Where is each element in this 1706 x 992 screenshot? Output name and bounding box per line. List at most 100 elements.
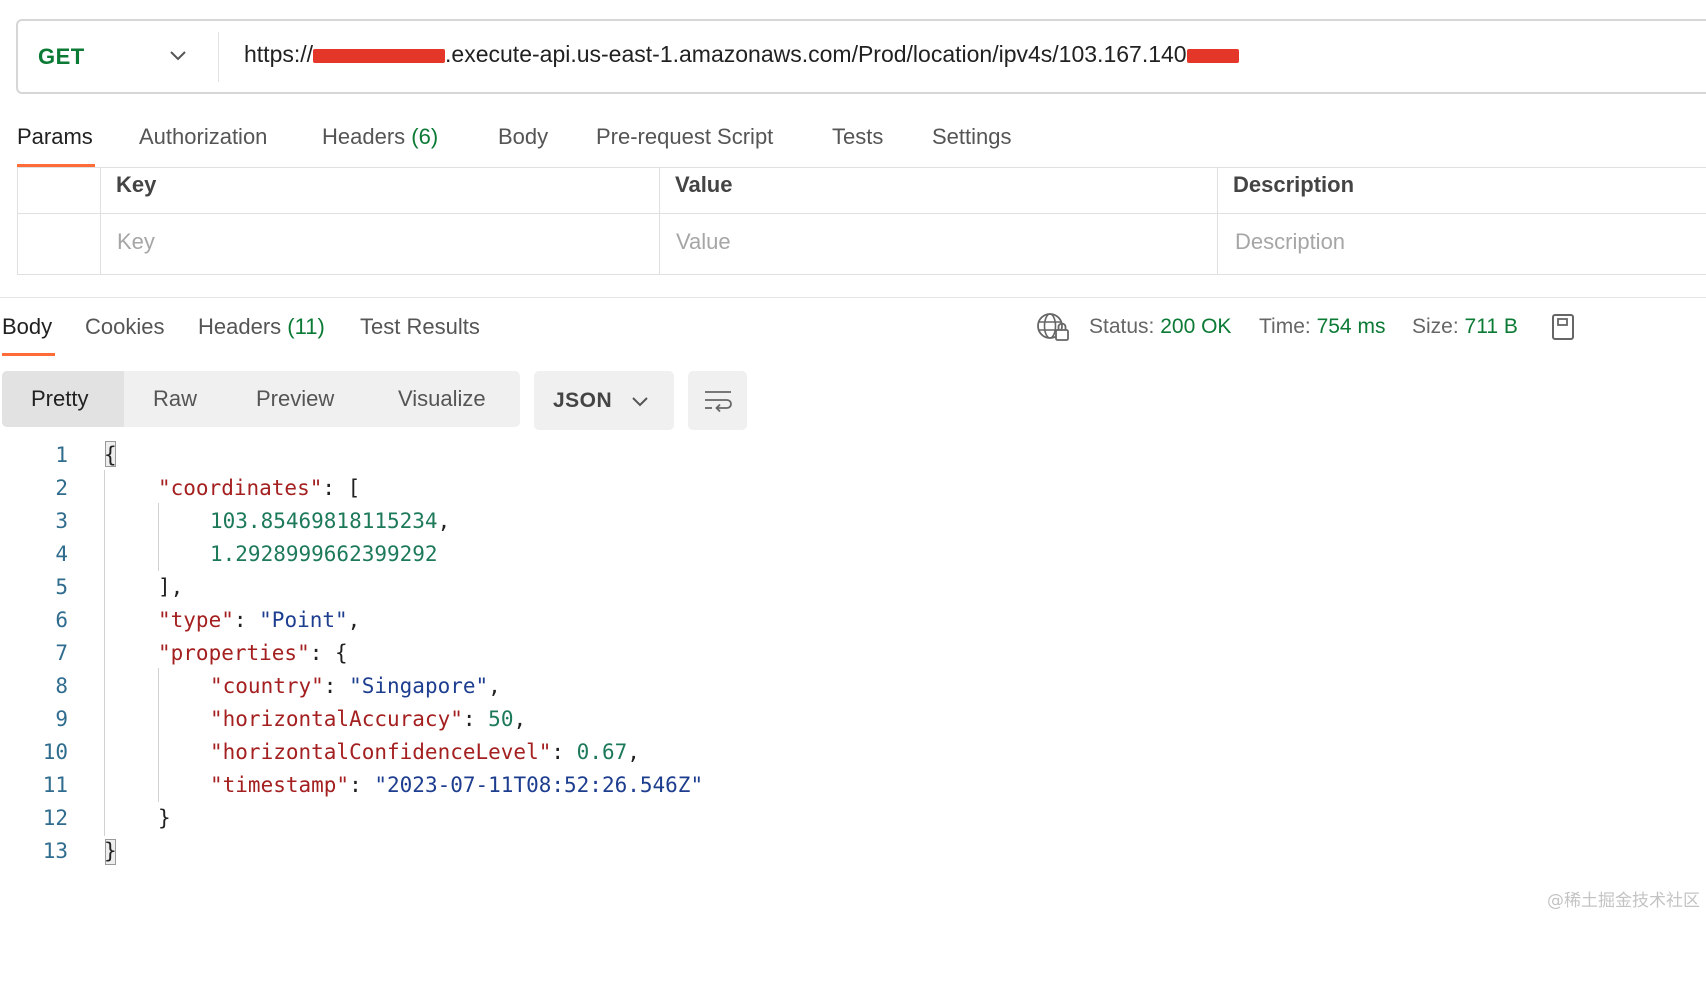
json-punct: , (488, 674, 501, 698)
code-line: "coordinates": [ (158, 476, 360, 500)
json-punct: : (349, 773, 375, 797)
response-status: Status: 200 OK (1089, 315, 1231, 339)
divider (218, 32, 219, 82)
code-line: { (104, 443, 117, 467)
size-label: Size: (1412, 315, 1459, 338)
json-number: 103.85469818115234 (210, 509, 438, 533)
json-punct: : [ (322, 476, 361, 500)
json-key: "horizontalAccuracy" (210, 707, 463, 731)
tab-body[interactable]: Body (498, 124, 548, 150)
description-input[interactable]: Description (1235, 229, 1345, 255)
tab-headers[interactable]: Headers (6) (322, 124, 438, 150)
method-select[interactable]: GET (38, 44, 85, 70)
url-middle: .execute-api.us-east-1.amazonaws.com/Pro… (445, 41, 1187, 67)
status-value: 200 OK (1160, 315, 1232, 338)
json-punct: , (627, 740, 640, 764)
code-line: "horizontalConfidenceLevel": 0.67, (210, 740, 640, 764)
code-line: ], (158, 575, 183, 599)
column-header-description: Description (1233, 172, 1355, 197)
json-punct: , (347, 608, 361, 632)
tab-test-results[interactable]: Test Results (360, 314, 480, 340)
json-punct: : (323, 674, 350, 698)
json-key: "type" (158, 608, 234, 632)
size-value: 711 B (1464, 315, 1518, 338)
divider (18, 213, 1706, 214)
json-number: 1.2928999662399292 (210, 542, 438, 566)
tab-label: Params (17, 124, 93, 149)
line-number: 5 (55, 575, 68, 599)
json-punct: } (158, 806, 171, 830)
indent-guide (158, 668, 159, 802)
view-pretty-label: Pretty (31, 386, 89, 411)
json-key: "properties" (158, 641, 310, 665)
line-number: 12 (42, 806, 68, 830)
line-number: 3 (55, 509, 68, 533)
save-response-icon[interactable] (1550, 313, 1574, 341)
tab-settings[interactable]: Settings (932, 124, 1012, 150)
url-input[interactable]: https:// .execute-api.us-east-1.amazonaws… (244, 41, 1239, 68)
column-header-key: Key (116, 172, 157, 197)
time-label: Time: (1259, 315, 1311, 338)
code-line: } (104, 839, 117, 863)
tab-response-headers[interactable]: Headers (11) (198, 314, 325, 340)
chevron-down-icon[interactable] (168, 45, 188, 65)
json-punct: , (513, 707, 527, 731)
json-key: "timestamp" (210, 773, 350, 797)
code-line: 103.85469818115234, (210, 509, 450, 533)
value-input[interactable]: Value (676, 229, 731, 255)
json-string: "Singapore" (349, 674, 489, 698)
line-number: 13 (42, 839, 68, 863)
line-number: 4 (55, 542, 68, 566)
view-preview-button[interactable]: Preview (256, 386, 334, 412)
code-line: "country": "Singapore", (210, 674, 501, 698)
tab-count: (11) (287, 314, 325, 339)
json-key: "country" (210, 674, 324, 698)
time-value: 754 ms (1316, 315, 1386, 338)
tab-pre-request-script[interactable]: Pre-request Script (596, 124, 773, 150)
line-number: 2 (55, 476, 68, 500)
line-number: 8 (55, 674, 68, 698)
tab-authorization[interactable]: Authorization (139, 124, 267, 150)
indent-guide (104, 470, 105, 836)
line-number: 7 (55, 641, 68, 665)
line-number: 9 (55, 707, 68, 731)
json-key: "horizontalConfidenceLevel" (210, 740, 552, 764)
tab-cookies[interactable]: Cookies (85, 314, 164, 340)
tab-tests[interactable]: Tests (832, 124, 883, 150)
tab-label: Headers (322, 124, 406, 149)
params-table (17, 167, 1706, 275)
tab-params[interactable]: Params (17, 124, 93, 150)
view-raw-button[interactable]: Raw (153, 386, 197, 412)
tab-label: Body (498, 124, 549, 149)
tab-label: Test Results (360, 314, 480, 339)
tab-label: Body (2, 314, 53, 339)
json-key: "coordinates" (158, 476, 323, 500)
key-input[interactable]: Key (117, 229, 155, 255)
json-punct: ], (158, 575, 184, 599)
json-punct: : (551, 740, 577, 764)
divider (100, 168, 101, 274)
indent-guide (158, 503, 159, 571)
json-punct: : (233, 608, 260, 632)
response-size: Size: 711 B (1412, 315, 1518, 339)
view-visualize-button[interactable]: Visualize (398, 386, 486, 412)
json-punct: } (104, 839, 117, 863)
column-header-value: Value (675, 172, 733, 197)
globe-lock-icon[interactable] (1036, 312, 1070, 342)
tab-response-body[interactable]: Body (2, 314, 52, 340)
json-number: 50 (488, 707, 514, 731)
code-line: "properties": { (158, 641, 348, 665)
divider (659, 168, 660, 274)
url-prefix: https:// (244, 41, 314, 67)
tab-label: Tests (832, 124, 884, 149)
chevron-down-icon (632, 397, 648, 407)
wrap-lines-icon (705, 391, 732, 413)
tab-label: Settings (932, 124, 1012, 149)
redaction-mark (1186, 48, 1239, 63)
watermark: @稀土掘金技术社区 (1547, 891, 1700, 911)
divider (0, 297, 1706, 298)
tab-label: Pre-request Script (596, 124, 774, 149)
code-line: } (158, 806, 171, 830)
status-label: Status: (1089, 315, 1155, 338)
code-line: 1.2928999662399292 (210, 542, 438, 566)
